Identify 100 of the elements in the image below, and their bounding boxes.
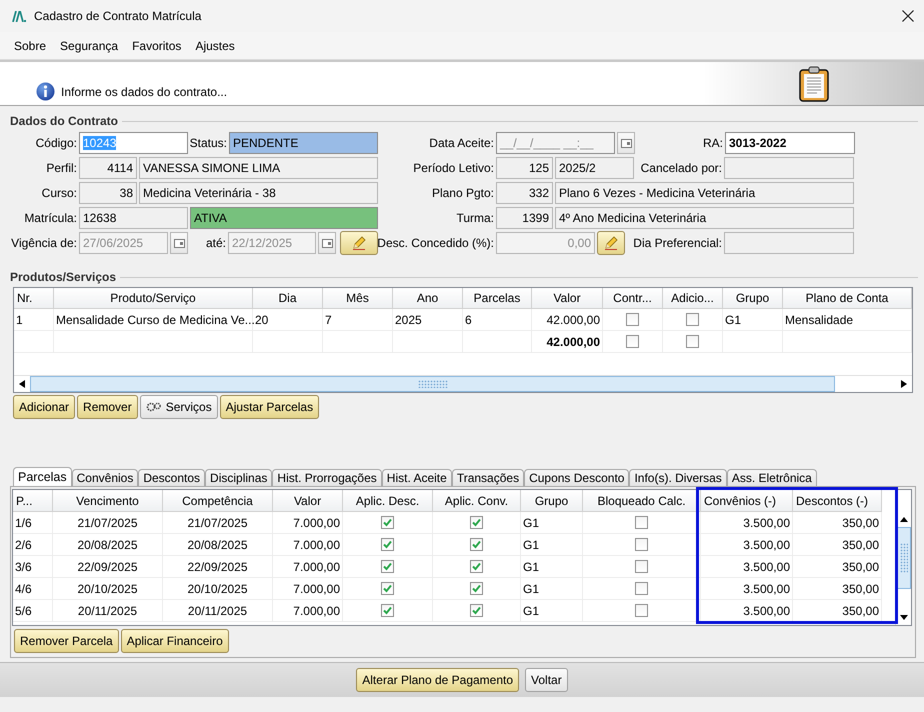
action-button[interactable]: Voltar [525,668,568,692]
text-field[interactable]: Plano 6 Vezes - Medicina Veterinária [555,182,854,204]
checkbox[interactable] [381,604,394,617]
menu-item[interactable]: Sobre [7,38,54,52]
checkbox[interactable] [470,516,483,529]
column-header[interactable]: Valor [532,288,603,309]
column-header[interactable]: Aplic. Desc. [343,490,433,512]
text-field[interactable]: 4º Ano Medicina Veterinária [555,207,854,229]
calendar-button[interactable] [318,232,336,254]
text-field[interactable]: VANESSA SIMONE LIMA [139,157,378,179]
text-field[interactable] [724,232,854,254]
column-header[interactable]: Dia [253,288,323,309]
column-header[interactable]: Contr... [603,288,663,309]
column-header[interactable]: Nr. [14,288,54,309]
tab[interactable]: Convênios [72,469,138,486]
text-field[interactable] [724,157,854,179]
checkbox[interactable] [470,560,483,573]
menu-item[interactable]: Segurança [53,38,126,52]
column-header[interactable]: Grupo [521,490,583,512]
text-field[interactable]: 3013-2022 [725,132,855,154]
field-label: Perfil: [45,160,77,177]
tab[interactable]: Disciplinas [205,469,272,486]
column-header[interactable]: Ano [393,288,463,309]
code-field[interactable]: 1399 [496,207,553,229]
checkbox[interactable] [686,313,699,326]
action-button[interactable]: Adicionar [13,395,76,419]
horizontal-scrollbar[interactable] [14,375,912,392]
checkbox[interactable] [381,516,394,529]
text-field[interactable]: 12638 [79,207,188,229]
action-button[interactable]: Remover [77,395,138,419]
column-header[interactable]: Convênios (-) [701,490,793,512]
checkbox[interactable] [470,538,483,551]
checkbox[interactable] [635,582,648,595]
checkbox[interactable] [470,582,483,595]
calendar-button[interactable] [170,232,188,254]
tab[interactable]: Hist. Prorrogações [272,469,382,486]
up-arrow-icon[interactable] [900,517,908,522]
action-button[interactable]: Alterar Plano de Pagamento [356,668,520,692]
field-label: Desc. Concedido (%): [380,235,494,252]
column-header[interactable]: Bloqueado Calc. [583,490,701,512]
column-header[interactable]: Vencimento [53,490,163,512]
menu-item[interactable]: Favoritos [125,38,188,52]
action-button[interactable]: Aplicar Financeiro [120,629,229,653]
column-header[interactable]: Valor [273,490,343,512]
code-field[interactable]: 332 [496,182,553,204]
checkbox[interactable] [635,538,648,551]
code-field[interactable]: 38 [79,182,137,204]
edit-button[interactable] [597,231,625,255]
edit-button[interactable] [340,231,378,255]
text-field[interactable]: PENDENTE [229,132,378,154]
checkbox[interactable] [626,335,639,348]
column-header[interactable]: Competência [163,490,273,512]
table-cell: 20 [253,309,323,331]
table-cell: 4/6 [13,578,53,600]
table-cell: G1 [521,600,583,622]
checkbox[interactable] [381,582,394,595]
tab[interactable]: Transações [452,469,524,486]
column-header[interactable]: Produto/Serviço [54,288,253,309]
checkbox[interactable] [381,560,394,573]
scrollbar-thumb[interactable] [30,376,836,392]
table-cell: 7 [323,309,393,331]
tab[interactable]: Parcelas [13,467,72,486]
pencil-icon [351,235,367,251]
checkbox[interactable] [635,604,648,617]
checkbox[interactable] [470,604,483,617]
table-cell: 6 [463,309,532,331]
action-button[interactable]: Serviços [140,395,218,419]
checkbox[interactable] [686,335,699,348]
action-button[interactable]: Ajustar Parcelas [220,395,320,419]
checkbox[interactable] [626,313,639,326]
code-field[interactable]: 4114 [79,157,137,179]
tab[interactable]: Cupons Desconto [524,469,630,486]
text-field[interactable]: 2025/2 [555,157,634,179]
checkbox[interactable] [635,560,648,573]
column-header[interactable]: Mês [323,288,393,309]
column-header[interactable]: Plano de Conta [783,288,912,309]
calendar-button[interactable] [617,132,635,154]
right-arrow-icon[interactable] [901,380,907,388]
code-field[interactable]: 125 [496,157,553,179]
tab[interactable]: Hist. Aceite [382,469,452,486]
table-cell: 3.500,00 [701,600,793,622]
tab[interactable]: Ass. Eletrônica [726,469,817,486]
column-header[interactable]: Aplic. Conv. [433,490,521,512]
checkbox[interactable] [381,538,394,551]
menu-item[interactable]: Ajustes [188,38,242,52]
close-icon[interactable] [902,10,914,22]
tab[interactable]: Descontos [138,469,206,486]
text-field[interactable]: Medicina Veterinária - 38 [139,182,378,204]
action-button[interactable]: Remover Parcela [14,629,119,653]
column-header[interactable]: Grupo [723,288,783,309]
table-cell: 3.500,00 [701,512,793,534]
down-arrow-icon[interactable] [900,615,908,620]
left-arrow-icon[interactable] [19,380,25,388]
column-header[interactable]: Adicio... [663,288,723,309]
status-field[interactable]: ATIVA [190,207,378,229]
tab[interactable]: Info(s). Diversas [629,469,727,486]
column-header[interactable]: P... [13,490,53,512]
checkbox[interactable] [635,516,648,529]
column-header[interactable]: Parcelas [463,288,532,309]
column-header[interactable]: Descontos (-) [793,490,882,512]
